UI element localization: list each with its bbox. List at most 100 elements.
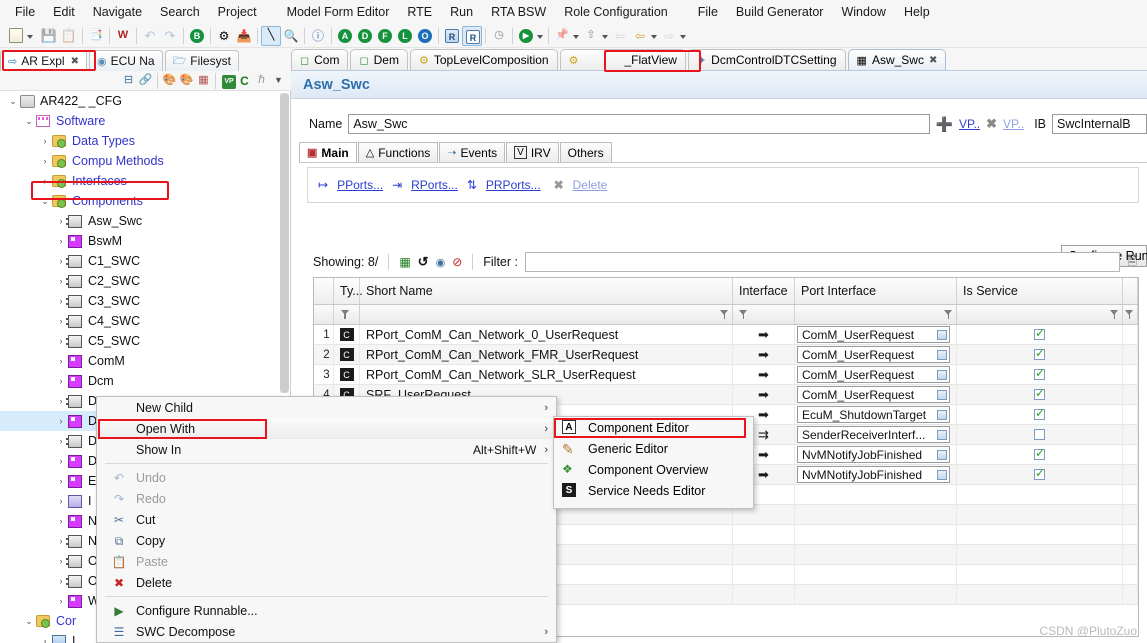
filter-add-icon[interactable]: 🎨 [161, 72, 178, 89]
browse-icon[interactable] [937, 410, 947, 420]
menu-item-rte[interactable]: RTE [398, 3, 441, 21]
editor-tab-dcmcontroldtcsetting[interactable]: ✦ DcmControlDTCSetting [688, 49, 846, 70]
next-dropdown-icon[interactable] [679, 26, 688, 46]
port-interface-combo[interactable]: SenderReceiverInterf... [797, 426, 950, 443]
menu-item-navigate[interactable]: Navigate [84, 3, 151, 21]
clear-markers-icon[interactable]: W [113, 26, 133, 46]
a-icon[interactable]: ℏ [253, 72, 270, 89]
cell-port-interface[interactable]: SenderReceiverInterf... [795, 425, 957, 445]
refresh-icon[interactable]: ↺ [418, 254, 429, 270]
context-menu-item-configure-runnable[interactable]: ▶Configure Runnable... [97, 600, 556, 621]
open-with-submenu[interactable]: AComponent Editor✎Generic Editor❖Compone… [553, 416, 754, 509]
column-header-type[interactable]: Ty... [334, 278, 360, 304]
remove-vp-icon[interactable]: ✖ [986, 116, 997, 132]
back-icon[interactable]: ⇦ [610, 26, 630, 46]
cell-is-service[interactable] [957, 445, 1123, 465]
tree-item-c2-swc[interactable]: ›C2_SWC [0, 271, 290, 291]
is-service-checkbox[interactable] [1034, 329, 1045, 340]
tab-irv[interactable]: V IRV [506, 142, 558, 162]
menu-item-window[interactable]: Window [832, 3, 894, 21]
filter-input[interactable] [525, 252, 1120, 272]
undo-icon[interactable]: ↶ [140, 26, 160, 46]
cell-is-service[interactable] [957, 405, 1123, 425]
tab-main[interactable]: ▣ Main [299, 142, 357, 162]
tree-item-comm[interactable]: ›ComM [0, 351, 290, 371]
column-header-is-service[interactable]: Is Service [957, 278, 1123, 304]
menu-item-project[interactable]: Project [209, 3, 266, 21]
submenu-item-generic-editor[interactable]: ✎Generic Editor [554, 438, 753, 459]
rte-generate-icon[interactable]: R [442, 26, 462, 46]
chevron-down-icon[interactable]: ⌄ [22, 116, 36, 127]
cell-is-service[interactable] [957, 365, 1123, 385]
profile-icon[interactable]: ⇧ [581, 26, 601, 46]
menu-item-help[interactable]: Help [895, 3, 939, 21]
tree-item-interfaces[interactable]: ›Interfaces [0, 171, 290, 191]
chevron-right-icon[interactable]: › [54, 236, 68, 246]
is-service-checkbox[interactable] [1034, 429, 1045, 440]
tree-item-components[interactable]: ⌄Components [0, 191, 290, 211]
tab-filesystem[interactable]: 🗁 Filesyst [165, 50, 239, 71]
run-dropdown-icon[interactable] [536, 26, 545, 46]
profile-dropdown-icon[interactable] [601, 26, 610, 46]
cell-is-service[interactable] [957, 425, 1123, 445]
filter-cell-is-service[interactable] [957, 305, 1123, 324]
menu-item-build-generator[interactable]: Build Generator [727, 3, 833, 21]
tree-scrollbar[interactable] [280, 93, 289, 393]
close-icon[interactable]: ✖ [929, 55, 937, 66]
debug-icon[interactable]: 📌 [552, 26, 572, 46]
add-vp-link[interactable]: VP.. [959, 117, 980, 131]
filter-cell-port-interface[interactable] [795, 305, 957, 324]
port-interface-combo[interactable]: NvMNotifyJobFinished [797, 466, 950, 483]
chevron-right-icon[interactable]: › [54, 356, 68, 366]
save-icon[interactable]: 💾 [39, 26, 59, 46]
context-menu-item-open-with[interactable]: Open With› [97, 418, 556, 439]
browse-icon[interactable] [937, 450, 947, 460]
cell-is-service[interactable] [957, 325, 1123, 345]
port-interface-combo[interactable]: EcuM_ShutdownTarget [797, 406, 950, 423]
export-excel-icon[interactable]: ▦ [399, 255, 410, 269]
browse-icon[interactable] [937, 370, 947, 380]
port-interface-combo[interactable]: ComM_UserRequest [797, 346, 950, 363]
browse-icon[interactable] [937, 390, 947, 400]
context-menu-item-cut[interactable]: ✂Cut [97, 509, 556, 530]
port-interface-combo[interactable]: ComM_UserRequest [797, 386, 950, 403]
chevron-right-icon[interactable]: › [54, 476, 68, 486]
debug-dropdown-icon[interactable] [572, 26, 581, 46]
menu-item-run[interactable]: Run [441, 3, 482, 21]
cell-port-interface[interactable]: NvMNotifyJobFinished [795, 465, 957, 485]
submenu-item-service-needs-editor[interactable]: SService Needs Editor [554, 480, 753, 501]
l-badge-icon[interactable]: L [395, 26, 415, 46]
search-icon[interactable]: 🔍 [281, 26, 301, 46]
context-menu-item-copy[interactable]: ⧉Copy [97, 530, 556, 551]
tree-scrollbar-thumb[interactable] [280, 93, 289, 393]
next-icon[interactable]: ⇨ [659, 26, 679, 46]
menu-item-edit[interactable]: Edit [44, 3, 84, 21]
browse-icon[interactable] [937, 470, 947, 480]
collapse-all-icon[interactable]: ⊟ [120, 72, 137, 89]
filter-remove-icon[interactable]: 🎨 [178, 72, 195, 89]
is-service-checkbox[interactable] [1034, 469, 1045, 480]
table-row[interactable]: 1CRPort_ComM_Can_Network_0_UserRequest➡C… [314, 325, 1138, 345]
chevron-right-icon[interactable]: › [54, 496, 68, 506]
chevron-right-icon[interactable]: › [54, 376, 68, 386]
cell-port-interface[interactable]: ComM_UserRequest [795, 345, 957, 365]
close-icon[interactable]: ✖ [71, 56, 79, 67]
f-badge-icon[interactable]: F [375, 26, 395, 46]
properties-icon[interactable]: 📑 [86, 26, 106, 46]
cell-port-interface[interactable]: NvMNotifyJobFinished [795, 445, 957, 465]
editor-tab-dem[interactable]: ◻ Dem [350, 49, 407, 70]
tree-item-c5-swc[interactable]: ›C5_SWC [0, 331, 290, 351]
diagram-icon[interactable]: ╲ [261, 26, 281, 46]
add-pports-link[interactable]: PPorts... [337, 178, 383, 192]
cell-port-interface[interactable]: ComM_UserRequest [795, 325, 957, 345]
vp-icon[interactable]: VP [219, 72, 236, 89]
tab-ecu-navigator[interactable]: ◉ ECU Na [89, 50, 163, 71]
chevron-right-icon[interactable]: › [54, 416, 68, 426]
filter-cell-short-name[interactable] [360, 305, 733, 324]
tree-item-asw-swc[interactable]: ›Asw_Swc [0, 211, 290, 231]
import-icon[interactable]: 📥 [234, 26, 254, 46]
port-interface-combo[interactable]: ComM_UserRequest [797, 326, 950, 343]
tree-item-c3-swc[interactable]: ›C3_SWC [0, 291, 290, 311]
is-service-checkbox[interactable] [1034, 349, 1045, 360]
tab-events[interactable]: ➝ Events [439, 142, 505, 162]
